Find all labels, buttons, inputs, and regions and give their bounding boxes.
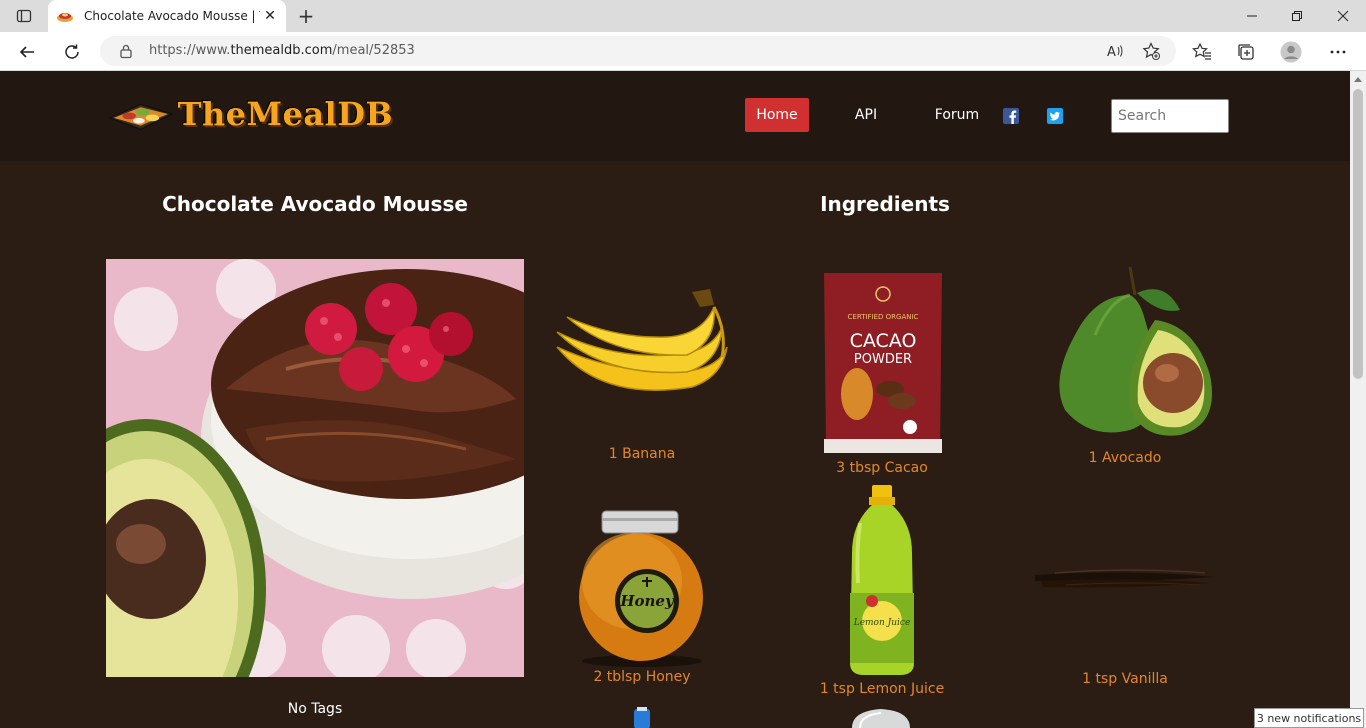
- svg-text:CACAO: CACAO: [850, 330, 917, 352]
- avocado-icon: [1059, 266, 1212, 436]
- refresh-icon[interactable]: [59, 39, 85, 65]
- ingredient-label: 3 tbsp Cacao: [836, 460, 928, 476]
- svg-text:CERTIFIED ORGANIC: CERTIFIED ORGANIC: [848, 313, 919, 321]
- tab-actions-icon[interactable]: [10, 6, 38, 26]
- browser-address-bar: https://www.themealdb.com/meal/52853 A: [0, 32, 1366, 71]
- ingredient-partial[interactable]: [846, 707, 916, 728]
- jar-icon: [852, 709, 910, 728]
- avatar-icon[interactable]: [1280, 41, 1302, 63]
- more-dots-icon[interactable]: [1327, 41, 1349, 63]
- meal-tags: No Tags: [287, 701, 343, 717]
- collections-icon[interactable]: [1235, 41, 1257, 63]
- ingredient-vanilla[interactable]: 1 tsp Vanilla: [1035, 523, 1215, 693]
- meal-photo[interactable]: [106, 259, 524, 677]
- nav-api[interactable]: API: [846, 98, 886, 132]
- ingredient-cacao[interactable]: CERTIFIED ORGANIC CACAO POWDER 3 tbsp Ca…: [792, 269, 972, 479]
- url-field[interactable]: https://www.themealdb.com/meal/52853 A: [100, 36, 1176, 66]
- close-icon[interactable]: ✕: [262, 8, 278, 24]
- logo-plate-icon: [108, 103, 174, 131]
- site-logo[interactable]: TheMealDB: [108, 91, 393, 137]
- page-content: TheMealDB Home API Forum Chocolate Avoca…: [0, 71, 1350, 728]
- nav-forum[interactable]: Forum: [930, 98, 984, 132]
- ingredient-label: 1 Avocado: [1088, 450, 1162, 466]
- lemon-juice-bottle-icon: Lemon Juice: [850, 485, 914, 675]
- scrollbar-thumb[interactable]: [1353, 89, 1363, 379]
- search-input[interactable]: [1111, 99, 1229, 133]
- cacao-powder-icon: CERTIFIED ORGANIC CACAO POWDER: [824, 273, 942, 453]
- banana-icon: [556, 289, 728, 391]
- favorites-icon[interactable]: [1191, 41, 1213, 63]
- ingredient-label: 1 tsp Vanilla: [1082, 671, 1168, 687]
- page-scrollbar[interactable]: [1350, 71, 1366, 728]
- water-bottle-icon: [634, 707, 650, 728]
- window-close-icon[interactable]: [1329, 6, 1357, 26]
- ingredient-honey[interactable]: Honey 2 tblsp Honey: [552, 509, 732, 689]
- nav-home[interactable]: Home: [745, 98, 809, 132]
- minimize-icon[interactable]: [1238, 6, 1266, 26]
- ingredient-banana[interactable]: 1 Banana: [552, 287, 732, 467]
- svg-text:POWDER: POWDER: [854, 352, 912, 367]
- ingredient-partial[interactable]: [628, 707, 656, 728]
- scroll-up-icon[interactable]: [1354, 77, 1362, 82]
- facebook-icon[interactable]: [1003, 108, 1019, 124]
- ingredient-label: 1 Banana: [608, 446, 676, 462]
- ingredient-avocado[interactable]: 1 Avocado: [1035, 265, 1215, 475]
- url-text[interactable]: https://www.themealdb.com/meal/52853: [149, 43, 415, 58]
- back-arrow-icon[interactable]: [14, 39, 40, 65]
- plus-icon[interactable]: +: [294, 4, 318, 28]
- ingredient-label: 1 tsp Lemon Juice: [819, 681, 945, 697]
- logo-wordmark: TheMealDB: [177, 95, 393, 133]
- site-header: TheMealDB Home API Forum: [0, 71, 1350, 161]
- tab-title: Chocolate Avocado Mousse | The: [84, 9, 260, 23]
- svg-text:A: A: [1107, 45, 1116, 60]
- meal-title: Chocolate Avocado Mousse: [162, 192, 468, 216]
- favicon-icon: [56, 7, 74, 25]
- browser-tab[interactable]: Chocolate Avocado Mousse | The ✕: [48, 0, 286, 32]
- lock-icon[interactable]: [118, 43, 134, 59]
- read-aloud-icon[interactable]: A: [1106, 42, 1124, 60]
- svg-text:Honey: Honey: [619, 592, 675, 610]
- honey-jar-icon: Honey: [579, 510, 703, 667]
- ingredients-heading: Ingredients: [820, 192, 950, 216]
- twitter-icon[interactable]: [1047, 108, 1063, 124]
- restore-icon[interactable]: [1283, 6, 1311, 26]
- svg-text:Lemon Juice: Lemon Juice: [853, 618, 911, 628]
- star-add-icon[interactable]: [1142, 42, 1160, 60]
- notification-toast[interactable]: 3 new notifications: [1254, 708, 1364, 728]
- ingredient-lemon-juice[interactable]: Lemon Juice 1 tsp Lemon Juice: [792, 483, 972, 705]
- vanilla-pod-icon: [1035, 569, 1215, 588]
- ingredient-label: 2 tblsp Honey: [593, 669, 691, 685]
- browser-tab-bar: Chocolate Avocado Mousse | The ✕ +: [0, 0, 1366, 32]
